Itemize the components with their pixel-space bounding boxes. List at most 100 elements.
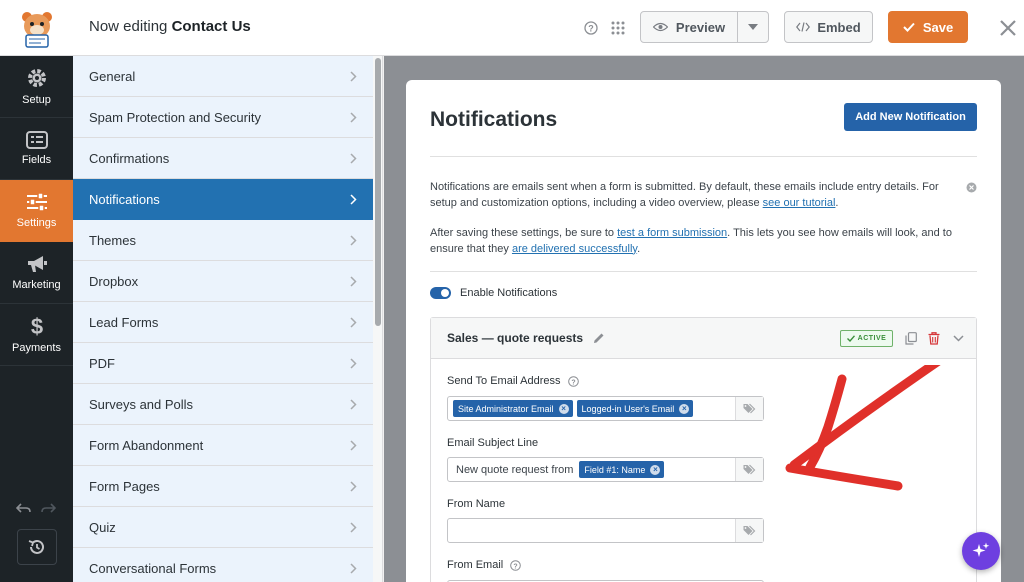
send-to-label-text: Send To Email Address [447,375,561,387]
divider [430,271,977,272]
menu-item-label: Dropbox [89,273,139,289]
preview-button[interactable]: Preview [641,12,738,42]
chevron-right-icon [350,521,357,533]
close-builder-button[interactable] [993,14,1023,42]
tutorial-link[interactable]: see our tutorial [763,197,836,209]
from-name-label-text: From Name [447,498,506,510]
trash-icon[interactable] [926,330,942,346]
delivered-successfully-link[interactable]: are delivered successfully [512,243,637,255]
subject-label-text: Email Subject Line [447,437,539,449]
chevron-right-icon [350,275,357,287]
redo-icon[interactable] [41,502,56,514]
gear-icon [27,69,46,87]
menu-item-label: PDF [89,355,115,371]
revisions-button[interactable] [17,529,57,565]
status-badge-label: ACTIVE [857,335,887,342]
help-icon[interactable]: ? [510,559,522,571]
check-icon [846,335,855,342]
menu-item-themes[interactable]: Themes [73,220,373,261]
menu-item-quiz[interactable]: Quiz [73,507,373,548]
panel-title: Notifications [430,108,558,131]
duplicate-icon[interactable] [903,330,919,346]
notification-header[interactable]: Sales — quote requests ACTIVE [431,318,976,359]
help-icon[interactable]: ? [580,17,602,39]
chevron-right-icon [350,480,357,492]
chevron-right-icon [350,70,357,82]
dismiss-notice-button[interactable] [966,180,977,193]
chevron-right-icon [350,152,357,164]
menu-item-general[interactable]: General [73,56,373,97]
intro-text-body: Notifications are emails sent when a for… [430,181,939,209]
status-badge: ACTIVE [840,330,893,347]
checkmark-icon [903,22,915,32]
menu-item-label: Form Pages [89,478,160,494]
preview-label: Preview [675,19,726,35]
smart-tags-button[interactable] [735,397,763,420]
menu-item-form-abandonment[interactable]: Form Abandonment [73,425,373,466]
menu-item-notifications[interactable]: Notifications [73,179,373,220]
close-circle-icon [966,182,977,193]
embed-button[interactable]: Embed [784,11,873,43]
page-title: Now editing Contact Us [89,18,251,35]
rail-item-setup[interactable]: Setup [0,56,73,118]
from-email-label: From Email ? [447,559,522,571]
svg-text:$: $ [30,315,42,337]
main-content-area: Notifications Add New Notification Notif… [384,56,1024,582]
sparkle-icon [972,542,990,557]
code-icon [796,22,811,32]
dollar-icon: $ [30,315,42,337]
send-to-email-field[interactable]: Site Administrator Email × Logged-in User… [447,396,764,421]
test-submission-link[interactable]: test a form submission [617,227,727,239]
menu-item-conversational-forms[interactable]: Conversational Forms [73,548,373,582]
divider [430,156,977,157]
chevron-down-icon[interactable] [950,330,966,346]
undo-icon[interactable] [16,502,31,514]
close-icon [1000,20,1016,36]
preview-dropdown-button[interactable] [738,12,768,42]
smart-tags-button[interactable] [735,519,763,542]
menu-item-spam-protection-and-security[interactable]: Spam Protection and Security [73,97,373,138]
rail-label: Marketing [12,279,61,291]
menu-item-surveys-and-polls[interactable]: Surveys and Polls [73,384,373,425]
menu-scrollbar-thumb[interactable] [375,58,381,326]
top-bar: Now editing Contact Us ? Preview Embed S… [0,0,1024,56]
email-subject-field[interactable]: New quote request from Field #1: Name × [447,457,764,482]
chip-remove-icon[interactable]: × [558,403,569,414]
menu-scrollbar[interactable] [373,56,383,582]
preview-button-group: Preview [640,11,769,43]
rail-item-payments[interactable]: $ Payments [0,304,73,366]
chevron-down-icon [748,24,758,30]
after-text-1: After saving these settings, be sure to [430,227,618,239]
chip-remove-icon[interactable]: × [650,464,661,475]
from-name-field[interactable] [447,518,764,543]
menu-item-pdf[interactable]: PDF [73,343,373,384]
rail-item-marketing[interactable]: Marketing [0,242,73,304]
save-button[interactable]: Save [888,11,968,43]
enable-notifications-toggle[interactable] [430,287,451,299]
send-to-label: Send To Email Address ? [447,375,579,387]
form-name: Contact Us [171,18,251,35]
menu-item-confirmations[interactable]: Confirmations [73,138,373,179]
history-icon [28,539,44,554]
annotation-arrow-icon [785,365,941,491]
tags-icon [743,464,755,475]
pencil-icon[interactable] [593,331,605,349]
from-name-label: From Name [447,498,505,510]
smart-tags-button[interactable] [735,458,763,481]
menu-item-form-pages[interactable]: Form Pages [73,466,373,507]
apps-grid-icon[interactable] [607,17,629,39]
add-new-notification-button[interactable]: Add New Notification [844,103,977,131]
tags-icon [743,525,755,536]
menu-item-label: Spam Protection and Security [89,109,261,125]
after-text-3: . [637,242,641,255]
settings-menu: General Spam Protection and Security Confi… [73,56,373,582]
enable-notifications-label: Enable Notifications [460,287,558,299]
rail-item-settings[interactable]: Settings [0,180,73,242]
rail-item-fields[interactable]: Fields [0,118,73,180]
chevron-right-icon [350,398,357,410]
menu-item-dropbox[interactable]: Dropbox [73,261,373,302]
chip-remove-icon[interactable]: × [679,403,690,414]
help-icon[interactable]: ? [567,375,579,387]
ai-assistant-button[interactable] [962,532,1000,570]
menu-item-lead-forms[interactable]: Lead Forms [73,302,373,343]
